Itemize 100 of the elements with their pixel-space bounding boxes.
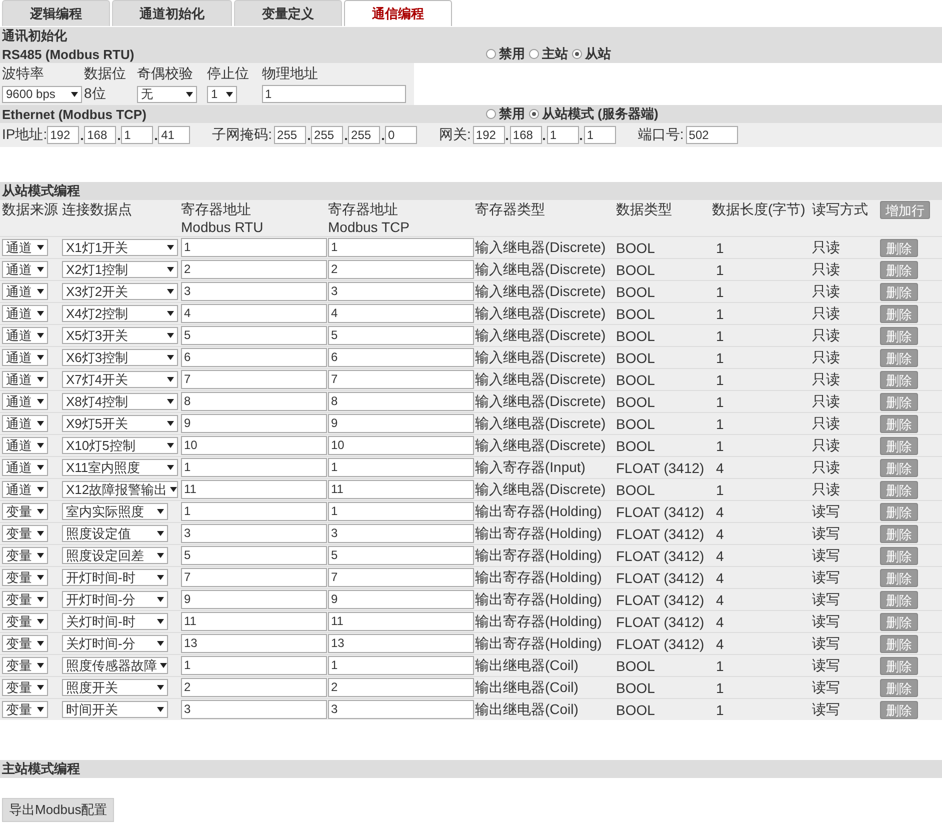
tcp-address-field[interactable]: 1 (328, 502, 474, 521)
source-select[interactable]: 通道 (2, 371, 48, 388)
baud-rate-select[interactable]: 9600 bps (2, 86, 82, 102)
rtu-address-field[interactable]: 3 (181, 700, 327, 719)
gateway-octet-field[interactable]: 192 (472, 126, 505, 144)
radio-icon[interactable] (529, 49, 539, 59)
ip-octet-field[interactable]: 41 (158, 126, 190, 144)
radio-icon[interactable] (529, 109, 539, 119)
tcp-address-field[interactable]: 5 (328, 546, 474, 565)
gateway-octet-field[interactable]: 1 (584, 126, 616, 144)
source-select[interactable]: 通道 (2, 349, 48, 366)
source-select[interactable]: 通道 (2, 459, 48, 476)
source-select[interactable]: 通道 (2, 437, 48, 454)
tcp-address-field[interactable]: 1 (328, 656, 474, 675)
rtu-address-field[interactable]: 4 (181, 304, 327, 323)
tcp-address-field[interactable]: 9 (328, 590, 474, 609)
source-select[interactable]: 通道 (2, 305, 48, 322)
data-point-select[interactable]: 时间开关 (62, 701, 168, 718)
data-point-select[interactable]: X4灯2控制 (62, 305, 178, 322)
export-button[interactable]: 导出Modbus配置 (2, 798, 114, 822)
radio-option[interactable]: 禁用 (486, 45, 525, 63)
rtu-address-field[interactable]: 1 (181, 502, 327, 521)
source-select[interactable]: 变量 (2, 701, 48, 718)
rtu-address-field[interactable]: 9 (181, 414, 327, 433)
data-point-select[interactable]: X2灯1控制 (62, 261, 178, 278)
mask-octet-field[interactable]: 255 (311, 126, 344, 144)
tcp-address-field[interactable]: 10 (328, 436, 474, 455)
source-select[interactable]: 变量 (2, 657, 48, 674)
data-point-select[interactable]: 照度传感器故障 (62, 657, 168, 674)
rtu-address-field[interactable]: 7 (181, 568, 327, 587)
source-select[interactable]: 通道 (2, 327, 48, 344)
data-point-select[interactable]: X11室内照度 (62, 459, 178, 476)
tcp-address-field[interactable]: 4 (328, 304, 474, 323)
source-select[interactable]: 通道 (2, 261, 48, 278)
source-select[interactable]: 变量 (2, 547, 48, 564)
data-point-select[interactable]: X5灯3开关 (62, 327, 178, 344)
tab[interactable]: 变量定义 (234, 0, 342, 26)
data-point-select[interactable]: 关灯时间-时 (62, 613, 168, 630)
tcp-address-field[interactable]: 7 (328, 370, 474, 389)
tcp-address-field[interactable]: 6 (328, 348, 474, 367)
ip-octet-field[interactable]: 192 (47, 126, 80, 144)
rtu-address-field[interactable]: 5 (181, 326, 327, 345)
rtu-address-field[interactable]: 3 (181, 282, 327, 301)
gateway-octet-field[interactable]: 168 (510, 126, 542, 144)
source-select[interactable]: 通道 (2, 481, 48, 498)
radio-option[interactable]: 主站 (529, 45, 568, 63)
parity-select[interactable]: 无 (137, 86, 197, 102)
tcp-address-field[interactable]: 2 (328, 260, 474, 279)
data-point-select[interactable]: 照度设定值 (62, 525, 168, 542)
radio-icon[interactable] (486, 49, 496, 59)
data-point-select[interactable]: 照度设定回差 (62, 547, 168, 564)
rtu-address-field[interactable]: 10 (181, 436, 327, 455)
source-select[interactable]: 变量 (2, 635, 48, 652)
tab[interactable]: 通信编程 (344, 0, 452, 26)
source-select[interactable]: 变量 (2, 591, 48, 608)
data-point-select[interactable]: X3灯2开关 (62, 283, 178, 300)
rtu-address-field[interactable]: 1 (181, 238, 327, 257)
rtu-address-field[interactable]: 2 (181, 678, 327, 697)
tcp-address-field[interactable]: 13 (328, 634, 474, 653)
rtu-address-field[interactable]: 1 (181, 656, 327, 675)
source-select[interactable]: 通道 (2, 239, 48, 256)
gateway-octet-field[interactable]: 1 (546, 126, 579, 144)
radio-option[interactable]: 从站 (572, 45, 611, 63)
source-select[interactable]: 变量 (2, 569, 48, 586)
data-point-select[interactable]: X10灯5控制 (62, 437, 178, 454)
rtu-address-field[interactable]: 1 (181, 458, 327, 477)
tcp-address-field[interactable]: 3 (328, 524, 474, 543)
radio-icon[interactable] (572, 49, 582, 59)
tcp-address-field[interactable]: 5 (328, 326, 474, 345)
radio-option[interactable]: 从站模式 (服务器端) (529, 105, 658, 123)
source-select[interactable]: 变量 (2, 679, 48, 696)
rtu-address-field[interactable]: 2 (181, 260, 327, 279)
data-point-select[interactable]: 室内实际照度 (62, 503, 168, 520)
data-point-select[interactable]: 照度开关 (62, 679, 168, 696)
source-select[interactable]: 变量 (2, 503, 48, 520)
tcp-address-field[interactable]: 3 (328, 282, 474, 301)
rtu-address-field[interactable]: 9 (181, 590, 327, 609)
source-select[interactable]: 变量 (2, 525, 48, 542)
radio-icon[interactable] (486, 109, 496, 119)
ip-octet-field[interactable]: 168 (84, 126, 116, 144)
mask-octet-field[interactable]: 255 (274, 126, 306, 144)
source-select[interactable]: 通道 (2, 393, 48, 410)
rtu-address-field[interactable]: 11 (181, 480, 327, 499)
tab[interactable]: 逻辑编程 (2, 0, 110, 26)
source-select[interactable]: 变量 (2, 613, 48, 630)
radio-option[interactable]: 禁用 (486, 105, 525, 123)
port-field[interactable]: 502 (686, 126, 738, 144)
rtu-address-field[interactable]: 3 (181, 524, 327, 543)
data-point-select[interactable]: X7灯4开关 (62, 371, 178, 388)
data-point-select[interactable]: X12故障报警输出 (62, 481, 178, 498)
tcp-address-field[interactable]: 8 (328, 392, 474, 411)
rtu-address-field[interactable]: 8 (181, 392, 327, 411)
source-select[interactable]: 通道 (2, 283, 48, 300)
ip-octet-field[interactable]: 1 (121, 126, 154, 144)
tab[interactable]: 通道初始化 (112, 0, 232, 26)
rtu-address-field[interactable]: 11 (181, 612, 327, 631)
data-point-select[interactable]: X9灯5开关 (62, 415, 178, 432)
tcp-address-field[interactable]: 3 (328, 700, 474, 719)
tcp-address-field[interactable]: 1 (328, 238, 474, 257)
data-point-select[interactable]: X6灯3控制 (62, 349, 178, 366)
